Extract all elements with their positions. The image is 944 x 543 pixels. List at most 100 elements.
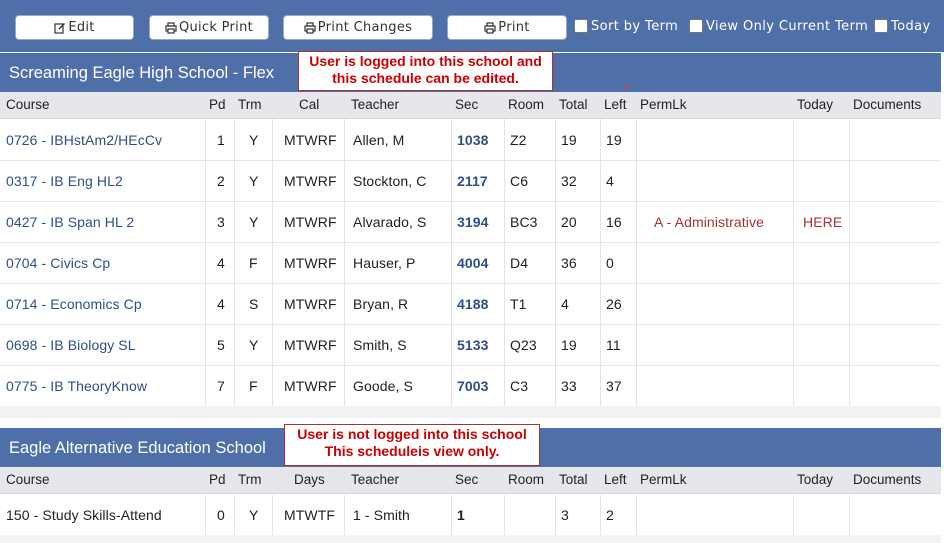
cell-room: C6: [510, 173, 529, 189]
cell-teacher: Alvarado, S: [353, 214, 427, 230]
table-header: Course Pd Trm Cal Teacher Sec Room Total…: [0, 92, 941, 119]
cell-cal: MTWTF: [284, 507, 336, 523]
print-changes-button[interactable]: Print Changes: [283, 15, 433, 40]
column-header: PermLk: [640, 97, 687, 112]
cell-trm: Y: [249, 214, 259, 230]
course-link[interactable]: 0317 - IB Eng HL2: [6, 173, 123, 189]
course-link[interactable]: 0714 - Economics Cp: [6, 296, 142, 312]
column-header: Total: [559, 472, 588, 487]
table-row: 0704 - Civics Cp 4 F MTWRF Hauser, P 4004 D4 36…: [0, 243, 941, 284]
section-number: 5133: [457, 337, 489, 353]
cell-pd: 7: [217, 378, 225, 394]
table-row: 0726 - IBHstAm2/HEcCv 1 Y MTWRF Allen, M 1038…: [0, 120, 941, 161]
cell-teacher: Smith, S: [353, 337, 407, 353]
column-header: Left: [604, 472, 627, 487]
cell-pd: 4: [217, 255, 225, 271]
cell-left: 0: [606, 255, 614, 271]
marker: [624, 86, 629, 88]
cell-total: 4: [561, 296, 569, 312]
section-number: 2117: [457, 173, 488, 189]
cell-room: Z2: [510, 132, 527, 148]
cell-trm: S: [249, 296, 259, 312]
today-label: Today: [891, 18, 931, 34]
cell-cal: MTWRF: [284, 255, 337, 271]
cell-trm: Y: [249, 173, 259, 189]
column-header: Cal: [299, 97, 320, 112]
view-only-current-term-checkbox[interactable]: View Only Current Term: [689, 17, 868, 35]
quick-print-label: Quick Print: [178, 20, 254, 35]
edit-permission-notice: User is logged into this school and this…: [298, 51, 553, 91]
cell-total: 33: [561, 378, 577, 394]
print-button[interactable]: Print: [447, 15, 567, 40]
cell-trm: F: [249, 378, 258, 394]
cell-pd: 4: [217, 296, 225, 312]
cell-room: D4: [510, 255, 529, 271]
cell-pd: 3: [217, 214, 225, 230]
cell-left: 16: [606, 214, 622, 230]
cell-teacher: Bryan, R: [353, 296, 409, 312]
cell-pd: 5: [217, 337, 225, 353]
course-link[interactable]: 0726 - IBHstAm2/HEcCv: [6, 132, 162, 148]
section-footer: [0, 535, 941, 543]
quick-print-button[interactable]: Quick Print: [149, 15, 269, 40]
section-number: 7003: [457, 378, 489, 394]
cell-left: 37: [606, 378, 622, 394]
toolbar: Edit Quick Print Print Changes Print Sor…: [0, 0, 944, 52]
cell-total: 19: [561, 337, 577, 353]
table-row: 0427 - IB Span HL 2 3 Y MTWRF Alvarado, S 319…: [0, 202, 941, 243]
cell-trm: Y: [249, 132, 259, 148]
cell-room: BC3: [510, 214, 538, 230]
cell-trm: Y: [249, 337, 259, 353]
cell-room: T1: [510, 296, 527, 312]
checkbox-box[interactable]: [874, 19, 888, 33]
cell-trm: Y: [249, 507, 259, 523]
section-number: 1: [457, 507, 465, 523]
printer-icon: [484, 21, 496, 34]
sort-by-term-checkbox[interactable]: Sort by Term: [574, 17, 678, 35]
column-header: Documents: [853, 472, 922, 487]
cell-total: 3: [561, 507, 569, 523]
cell-total: 36: [561, 255, 577, 271]
column-header: Sec: [455, 472, 479, 487]
column-header: Total: [559, 97, 588, 112]
cell-cal: MTWRF: [284, 337, 337, 353]
course-link[interactable]: 0698 - IB Biology SL: [6, 337, 136, 353]
cell-today: HERE: [803, 214, 843, 230]
view-only-notice: User is not logged into this school This…: [284, 424, 540, 466]
cell-cal: MTWRF: [284, 296, 337, 312]
cell-left: 2: [606, 507, 614, 523]
cell-total: 20: [561, 214, 577, 230]
table-row: 0714 - Economics Cp 4 S MTWRF Bryan, R 4188 T1…: [0, 284, 941, 325]
course-name: 150 - Study Skills-Attend: [6, 507, 162, 523]
column-header: Documents: [853, 97, 922, 112]
cell-trm: F: [249, 255, 258, 271]
cell-permlk: A - Administrative: [654, 214, 764, 230]
printer-icon: [165, 21, 177, 34]
table-row: 0775 - IB TheoryKnow 7 F MTWRF Goode, S 7003 C…: [0, 366, 941, 407]
school-name: Screaming Eagle High School - Flex: [9, 64, 275, 82]
today-checkbox[interactable]: Today: [874, 17, 931, 35]
cell-left: 11: [606, 337, 621, 353]
course-link[interactable]: 0704 - Civics Cp: [6, 255, 110, 271]
course-link[interactable]: 0775 - IB TheoryKnow: [6, 378, 147, 394]
table-header: Course Pd Trm Days Teacher Sec Room Tota…: [0, 467, 941, 494]
column-header: Pd: [209, 97, 226, 112]
sort-by-term-label: Sort by Term: [591, 18, 679, 34]
notice-line: User is not logged into this school: [297, 426, 527, 442]
cell-cal: MTWRF: [284, 214, 337, 230]
edit-button[interactable]: Edit: [15, 15, 134, 40]
column-header: PermLk: [640, 472, 687, 487]
column-header: Room: [508, 472, 545, 487]
column-header: Today: [797, 97, 834, 112]
column-header: Trm: [238, 97, 262, 112]
course-link[interactable]: 0427 - IB Span HL 2: [6, 214, 134, 230]
checkbox-box[interactable]: [574, 19, 588, 33]
edit-label: Edit: [68, 20, 95, 35]
cell-left: 26: [606, 296, 622, 312]
checkbox-box[interactable]: [689, 19, 703, 33]
cell-cal: MTWRF: [284, 173, 337, 189]
column-header: Trm: [238, 472, 262, 487]
column-header: Today: [797, 472, 834, 487]
cell-pd: 2: [217, 173, 225, 189]
cell-cal: MTWRF: [284, 132, 337, 148]
